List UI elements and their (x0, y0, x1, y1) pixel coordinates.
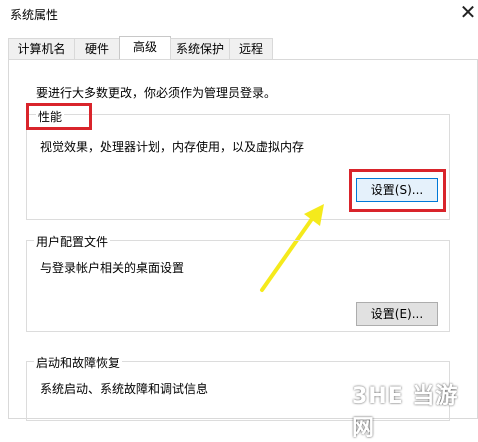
startup-recovery-description: 系统启动、系统故障和调试信息 (40, 382, 209, 396)
watermark-logo: 3HE 当游网 (352, 384, 459, 441)
user-profiles-settings-button[interactable]: 设置(E)... (356, 302, 438, 326)
close-icon[interactable]: ✕ (458, 2, 478, 22)
admin-note: 要进行大多数更改，你必须作为管理员登录。 (36, 86, 277, 100)
user-profiles-description: 与登录帐户相关的桌面设置 (40, 261, 185, 275)
tab-strip: 计算机名 硬件 高级 系统保护 远程 (0, 36, 478, 60)
performance-title-highlight (26, 103, 92, 130)
tab-hardware[interactable]: 硬件 (74, 38, 120, 59)
performance-description: 视觉效果，处理器计划，内存使用，以及虚拟内存 (40, 140, 305, 154)
tab-system-protection[interactable]: 系统保护 (170, 38, 230, 59)
window-title: 系统属性 (10, 8, 59, 22)
tab-remote[interactable]: 远程 (229, 38, 273, 59)
startup-recovery-title: 启动和故障恢复 (34, 354, 123, 371)
tab-advanced[interactable]: 高级 (119, 36, 171, 59)
user-profiles-title: 用户配置文件 (34, 233, 111, 250)
performance-button-highlight (349, 169, 446, 212)
tab-computer-name[interactable]: 计算机名 (8, 38, 75, 59)
title-bar (0, 0, 478, 30)
